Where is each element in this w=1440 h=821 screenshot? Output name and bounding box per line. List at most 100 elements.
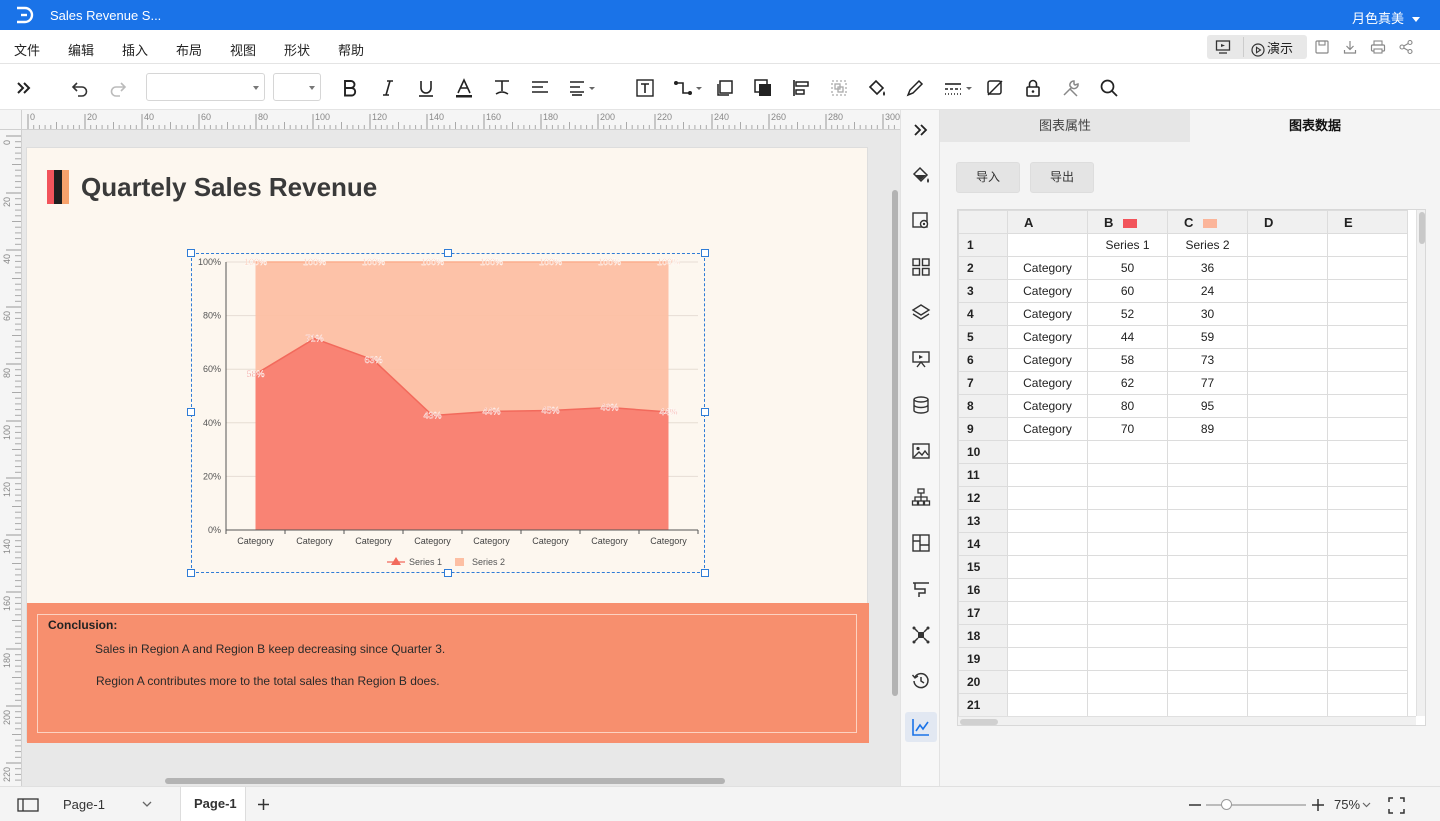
row-number[interactable]: 2 xyxy=(958,256,1008,280)
tab-chart-data[interactable]: 图表数据 xyxy=(1190,110,1440,142)
table-cell[interactable] xyxy=(1247,601,1328,625)
table-cell[interactable]: 44 xyxy=(1087,325,1168,349)
shadow-icon[interactable] xyxy=(985,78,1005,98)
table-cell[interactable] xyxy=(1007,463,1088,487)
app-logo-icon[interactable] xyxy=(14,5,34,25)
table-cell[interactable] xyxy=(1247,417,1328,441)
row-number[interactable]: 18 xyxy=(958,624,1008,648)
table-cell[interactable]: 60 xyxy=(1087,279,1168,303)
row-number[interactable]: 7 xyxy=(958,371,1008,395)
line-style-icon[interactable] xyxy=(943,78,973,98)
table-cell[interactable] xyxy=(1327,417,1408,441)
chevron-down-icon[interactable] xyxy=(1362,802,1371,808)
table-cell[interactable] xyxy=(1087,601,1168,625)
textbox-icon[interactable] xyxy=(635,78,655,98)
table-cell[interactable] xyxy=(1327,325,1408,349)
table-cell[interactable] xyxy=(1247,325,1328,349)
table-cell[interactable]: 58 xyxy=(1087,348,1168,372)
row-number[interactable]: 17 xyxy=(958,601,1008,625)
fill-icon[interactable] xyxy=(911,165,931,185)
diagram-page[interactable]: Quartely Sales Revenue 0% 20% 40% 60% 80% 100… xyxy=(26,147,869,743)
table-cell[interactable] xyxy=(1007,693,1088,717)
table-cell[interactable] xyxy=(1327,578,1408,602)
table-cell[interactable]: 77 xyxy=(1167,371,1248,395)
table-cell[interactable] xyxy=(1247,463,1328,487)
table-cell[interactable]: 89 xyxy=(1167,417,1248,441)
menu-insert[interactable]: 插入 xyxy=(122,40,148,59)
row-number[interactable]: 15 xyxy=(958,555,1008,579)
table-cell[interactable] xyxy=(1327,486,1408,510)
page-tab[interactable]: Page-1 xyxy=(180,787,246,821)
layers-icon[interactable] xyxy=(911,303,931,323)
align-objects-icon[interactable] xyxy=(791,78,811,98)
table-cell[interactable] xyxy=(1327,601,1408,625)
table-cell[interactable] xyxy=(1087,509,1168,533)
import-button[interactable]: 导入 xyxy=(956,162,1020,193)
presentation-icon[interactable] xyxy=(911,349,931,369)
collapse-panel-icon[interactable] xyxy=(911,120,931,140)
layout-icon[interactable] xyxy=(911,533,931,553)
table-cell[interactable] xyxy=(1247,371,1328,395)
table-cell[interactable] xyxy=(1327,555,1408,579)
table-cell[interactable] xyxy=(1247,670,1328,694)
table-cell[interactable]: Category xyxy=(1007,394,1088,418)
table-cell[interactable] xyxy=(1007,670,1088,694)
settings-icon[interactable] xyxy=(911,211,931,231)
share-icon[interactable] xyxy=(1398,39,1414,55)
orgchart-icon[interactable] xyxy=(911,487,931,507)
table-cell[interactable] xyxy=(1247,279,1328,303)
table-cell[interactable]: 52 xyxy=(1087,302,1168,326)
table-cell[interactable]: 50 xyxy=(1087,256,1168,280)
table-cell[interactable] xyxy=(1327,532,1408,556)
table-cell[interactable]: 95 xyxy=(1167,394,1248,418)
column-header-e[interactable]: E xyxy=(1327,210,1408,234)
table-cell[interactable]: 70 xyxy=(1087,417,1168,441)
table-cell[interactable] xyxy=(1087,693,1168,717)
page-title[interactable]: Quartely Sales Revenue xyxy=(81,172,377,203)
row-number[interactable]: 9 xyxy=(958,417,1008,441)
table-cell[interactable] xyxy=(1007,601,1088,625)
table-cell[interactable]: Category xyxy=(1007,302,1088,326)
resize-handle-nw[interactable] xyxy=(187,249,195,257)
present-button[interactable]: 演示 xyxy=(1251,38,1293,57)
mindmap-icon[interactable] xyxy=(911,625,931,645)
vertical-scrollbar[interactable] xyxy=(892,190,898,696)
row-number[interactable]: 5 xyxy=(958,325,1008,349)
table-cell[interactable] xyxy=(1087,578,1168,602)
bold-icon[interactable] xyxy=(340,78,360,98)
line-spacing-icon[interactable] xyxy=(568,78,596,98)
row-number[interactable]: 1 xyxy=(958,233,1008,257)
row-number[interactable]: 16 xyxy=(958,578,1008,602)
table-cell[interactable]: 73 xyxy=(1167,348,1248,372)
table-cell[interactable] xyxy=(1327,233,1408,257)
table-cell[interactable]: 24 xyxy=(1167,279,1248,303)
fullscreen-icon[interactable] xyxy=(1388,797,1405,814)
menu-shape[interactable]: 形状 xyxy=(284,40,310,59)
row-number[interactable]: 12 xyxy=(958,486,1008,510)
download-icon[interactable] xyxy=(1342,39,1358,55)
table-cell[interactable] xyxy=(1327,440,1408,464)
row-number[interactable]: 10 xyxy=(958,440,1008,464)
send-back-icon[interactable] xyxy=(753,78,773,98)
add-page-icon[interactable] xyxy=(256,797,271,812)
table-cell[interactable] xyxy=(1327,371,1408,395)
table-cell[interactable] xyxy=(1007,578,1088,602)
conclusion-block[interactable]: Conclusion: Sales in Region A and Region… xyxy=(27,603,869,743)
table-cell[interactable] xyxy=(1247,509,1328,533)
table-cell[interactable] xyxy=(1247,647,1328,671)
zoom-in-icon[interactable] xyxy=(1311,798,1325,812)
tools-icon[interactable] xyxy=(1061,78,1081,98)
table-cell[interactable]: Category xyxy=(1007,348,1088,372)
table-cell[interactable] xyxy=(1007,440,1088,464)
scroll-thumb[interactable] xyxy=(1419,212,1425,244)
group-icon[interactable] xyxy=(829,78,849,98)
redo-icon[interactable] xyxy=(108,78,128,98)
align-icon[interactable] xyxy=(530,78,550,98)
table-cell[interactable] xyxy=(1327,624,1408,648)
horizontal-scrollbar[interactable] xyxy=(165,778,725,784)
tab-chart-properties[interactable]: 图表属性 xyxy=(940,110,1190,142)
table-cell[interactable] xyxy=(1007,555,1088,579)
table-cell[interactable] xyxy=(1087,647,1168,671)
gantt-icon[interactable] xyxy=(911,579,931,599)
lock-icon[interactable] xyxy=(1023,78,1043,98)
